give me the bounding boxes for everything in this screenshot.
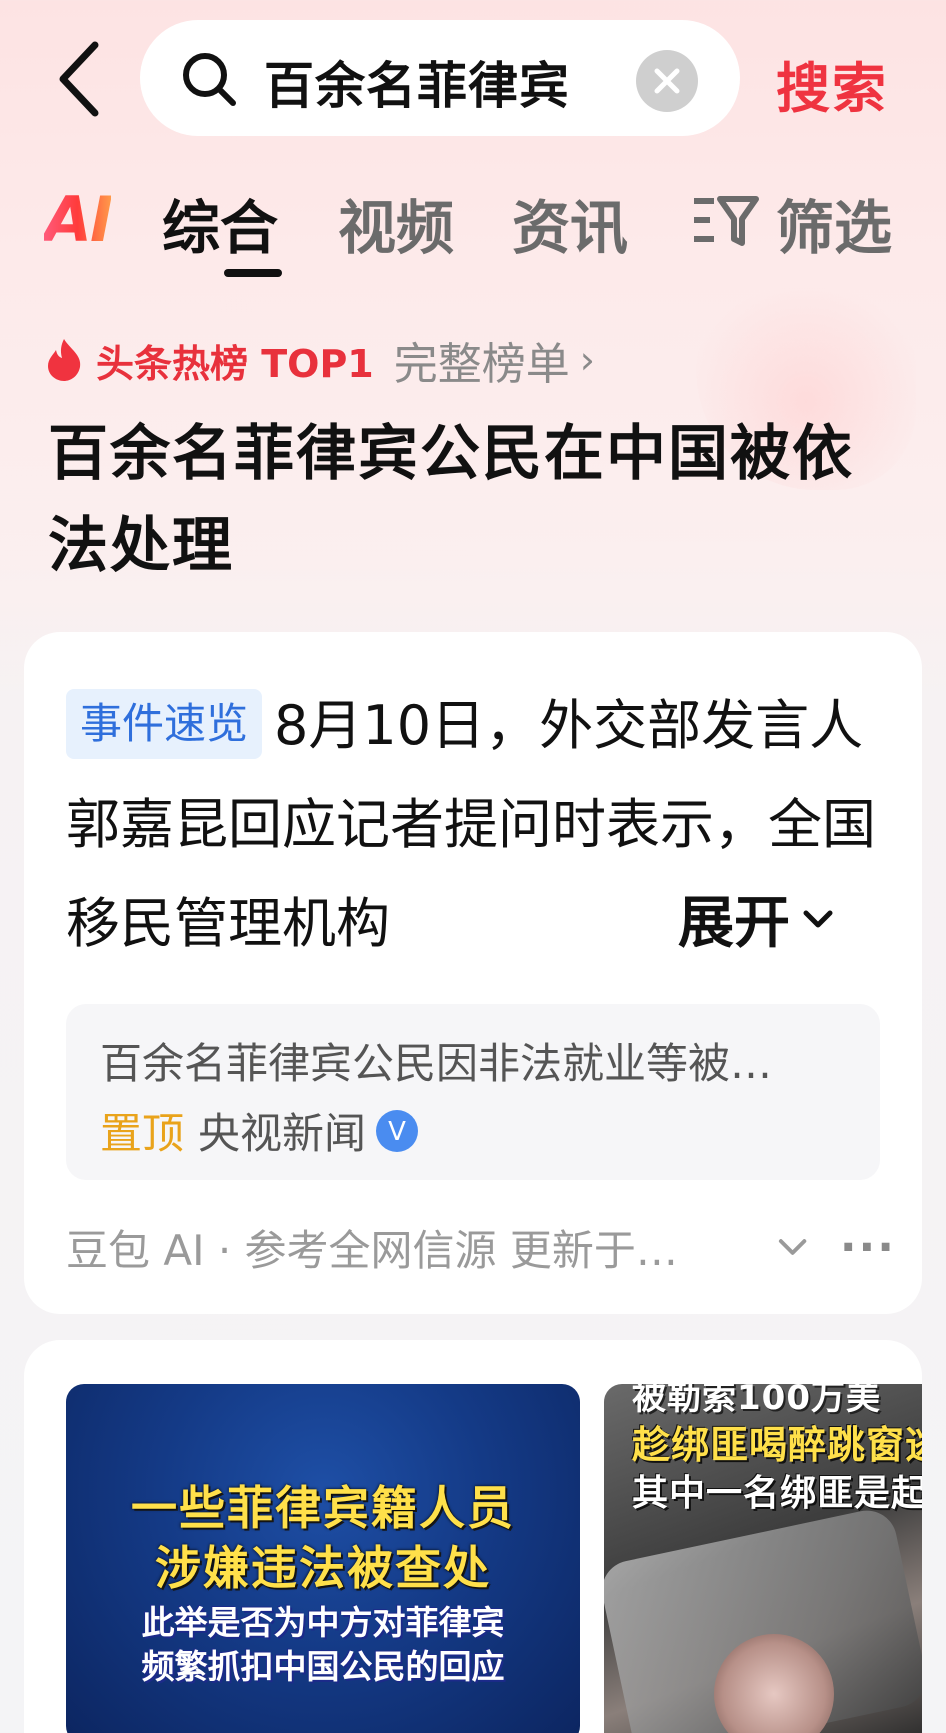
active-tab-indicator — [224, 269, 282, 277]
hot-list-label: 头条热榜 TOP1 — [96, 341, 374, 386]
verified-mark: V — [388, 1117, 406, 1147]
expand-label: 展开 — [678, 891, 790, 956]
search-query-text: 百余名菲律宾 — [264, 57, 570, 115]
source-article[interactable]: 百余名菲律宾公民因非法就业等被… 置顶 央视新闻 V — [66, 1004, 880, 1180]
headline-title: 百余名菲律宾公民在中国被依法处理 — [48, 419, 854, 581]
pinned-label: 置顶 — [100, 1109, 185, 1158]
source-article-title: 百余名菲律宾公民因非法就业等被… — [100, 1039, 773, 1088]
full-list-link[interactable]: 完整榜单 — [394, 328, 570, 392]
hot-list-row[interactable]: 头条热榜 TOP1 完整榜单 › — [44, 330, 595, 390]
video-subtitle-line: 此举是否为中方对菲律宾 — [141, 1603, 505, 1642]
video-results-card: 一些菲律宾籍人员 涉嫌违法被查处 此举是否为中方对菲律宾 频繁抓扣中国公民的回应… — [24, 1340, 922, 1733]
video-thumbnail[interactable]: 被勒索100万美 趁绑匪喝醉跳窗逃 其中一名绑匪是起 — [604, 1384, 922, 1733]
flame-icon — [48, 339, 81, 381]
video-title-line: 涉嫌违法被查处 — [155, 1541, 491, 1595]
filter-button[interactable]: 筛选 — [776, 181, 892, 265]
ai-tab[interactable]: AI — [44, 183, 113, 256]
source-name: 央视新闻 — [198, 1109, 367, 1158]
video-thumbnail[interactable]: 一些菲律宾籍人员 涉嫌违法被查处 此举是否为中方对菲律宾 频繁抓扣中国公民的回应 — [66, 1384, 580, 1733]
top-search-bar: 百余名菲律宾 搜索 — [0, 18, 946, 138]
tab-video[interactable]: 视频 — [338, 181, 454, 265]
search-button[interactable]: 搜索 — [776, 44, 888, 123]
chevron-down-icon — [803, 910, 833, 927]
verified-icon: V — [376, 1109, 419, 1152]
chevron-left-icon — [59, 41, 99, 117]
tab-comprehensive[interactable]: 综合 — [162, 181, 278, 265]
back-button[interactable] — [44, 40, 114, 118]
more-options-icon[interactable]: ··· — [840, 1222, 896, 1273]
chevron-right-icon: › — [579, 338, 595, 382]
tab-bar: AI 综合 视频 资讯 筛选 — [0, 175, 946, 285]
chevron-down-icon[interactable] — [775, 1235, 810, 1259]
video-title-line: 一些菲律宾籍人员 — [131, 1481, 515, 1535]
filter-icon[interactable] — [690, 191, 760, 249]
ai-source-text: 豆包 AI · 参考全网信源 更新于… — [66, 1225, 678, 1275]
video-subtitle-line: 频繁抓扣中国公民的回应 — [141, 1647, 505, 1686]
video-caption-line: 趁绑匪喝醉跳窗逃 — [632, 1423, 922, 1467]
close-icon — [654, 68, 680, 94]
video-caption-line: 其中一名绑匪是起 — [632, 1473, 922, 1514]
event-summary-tag: 事件速览 — [66, 689, 263, 759]
event-summary-card: 事件速览 8月10日，外交部发言人郭嘉昆回应记者提问时表示，全国移民管理机构 展开… — [24, 632, 922, 1314]
clear-search-button[interactable] — [636, 50, 698, 112]
source-meta: 置顶 央视新闻 V — [100, 1100, 420, 1161]
expand-button[interactable]: 展开 — [618, 869, 836, 968]
search-input[interactable]: 百余名菲律宾 — [140, 20, 740, 136]
ai-source-footer: 豆包 AI · 参考全网信源 更新于… ··· — [66, 1212, 896, 1282]
search-icon — [183, 53, 236, 106]
tab-news[interactable]: 资讯 — [512, 181, 628, 265]
